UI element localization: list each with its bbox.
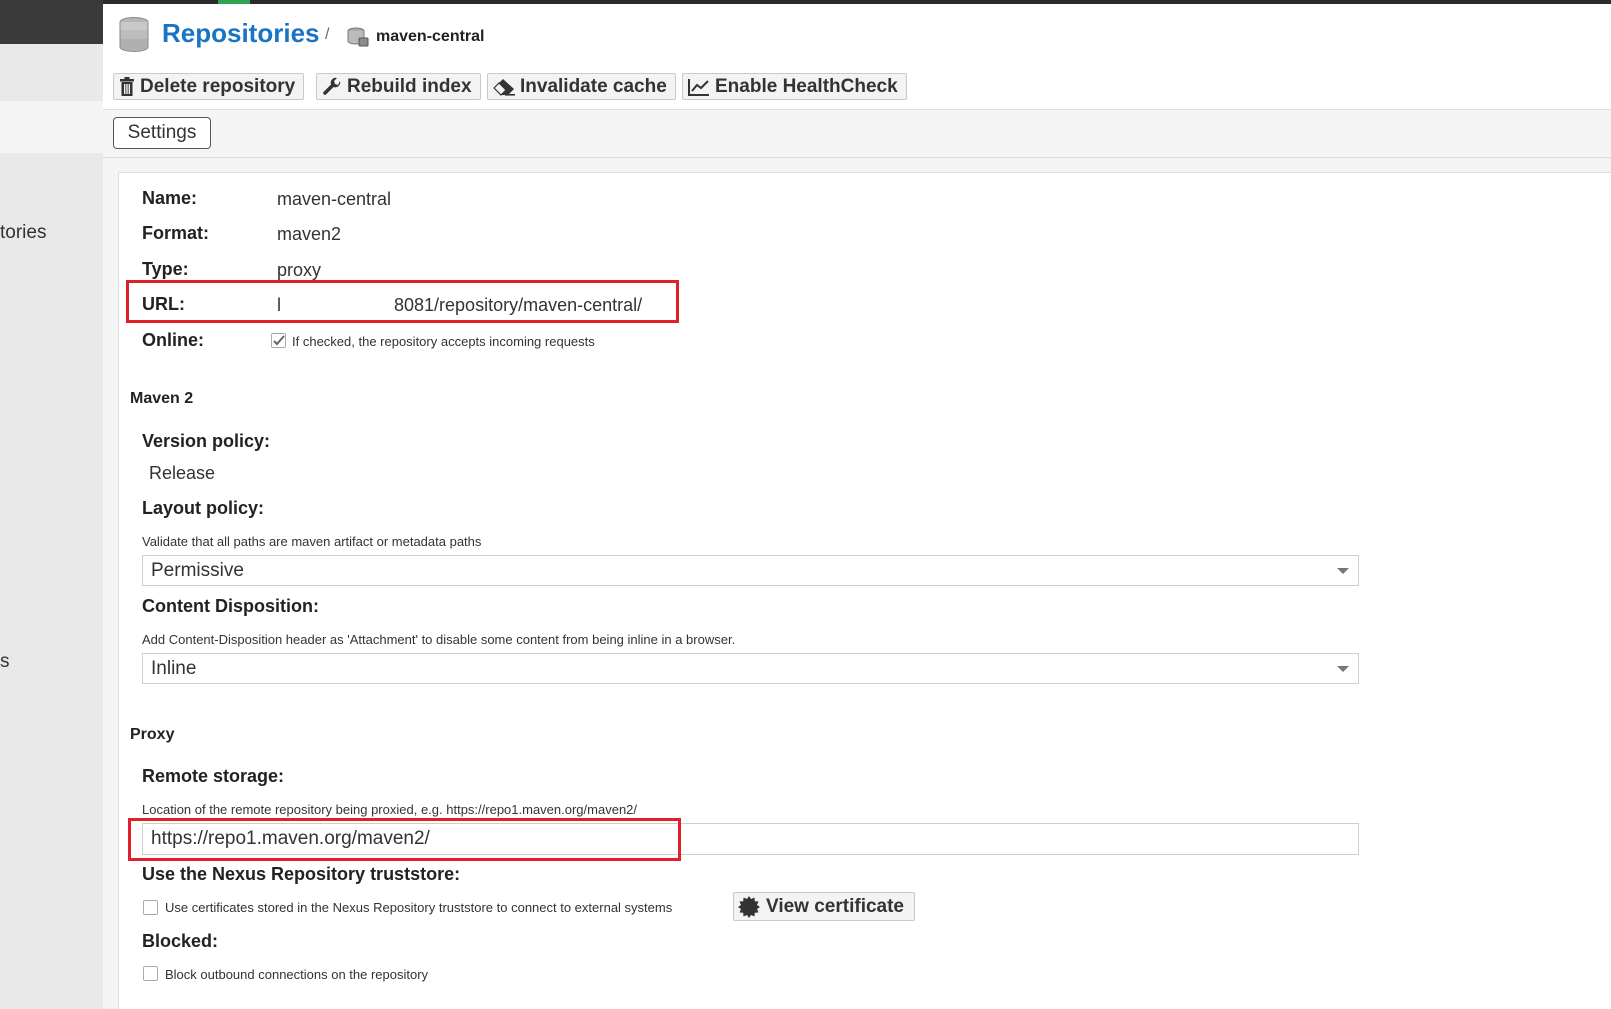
sidebar-selected-item[interactable] (0, 101, 103, 153)
name-label: Name: (142, 188, 198, 208)
type-label: Type: (142, 259, 189, 279)
online-checkbox[interactable] (271, 333, 286, 348)
blocked-label: Blocked: (142, 931, 219, 951)
truststore-checkbox[interactable] (143, 900, 158, 915)
online-label: Online: (142, 330, 204, 350)
layout-policy-value: Permissive (151, 559, 244, 581)
truststore-help: Use certificates stored in the Nexus Rep… (165, 900, 673, 915)
invalidate-cache-button[interactable]: Invalidate cache (487, 73, 676, 100)
checkmark-icon (273, 335, 285, 346)
tab-settings[interactable]: Settings (113, 117, 211, 149)
tab-bar (103, 110, 1611, 158)
layout-policy-label: Layout policy: (142, 498, 265, 518)
content-disposition-value: Inline (151, 657, 197, 679)
url-highlight-box (126, 280, 679, 323)
truststore-label: Use the Nexus Repository truststore: (142, 864, 461, 884)
repository-icon (347, 27, 369, 52)
database-icon (118, 17, 150, 58)
delete-repository-label: Delete repository (140, 75, 296, 97)
remote-storage-label: Remote storage: (142, 766, 285, 786)
certificate-icon (738, 895, 760, 918)
content-disposition-select[interactable]: Inline (142, 653, 1359, 684)
sidebar-item-repositories[interactable]: tories (0, 222, 46, 244)
eraser-icon (493, 78, 515, 96)
invalidate-cache-label: Invalidate cache (520, 75, 667, 97)
remote-storage-highlight-box (128, 818, 681, 861)
sidebar-header (0, 0, 103, 44)
version-policy-value: Release (149, 463, 216, 483)
format-label: Format: (142, 223, 209, 243)
layout-policy-help: Validate that all paths are maven artifa… (142, 534, 482, 549)
blocked-help: Block outbound connections on the reposi… (165, 967, 429, 982)
layout-policy-select[interactable]: Permissive (142, 555, 1359, 586)
content-disposition-help: Add Content-Disposition header as 'Attac… (142, 632, 736, 647)
chevron-down-icon (1337, 666, 1349, 672)
remote-storage-help: Location of the remote repository being … (142, 802, 638, 817)
line-chart-icon (688, 78, 709, 96)
wrench-icon (323, 77, 341, 95)
delete-repository-button[interactable]: Delete repository (113, 73, 305, 100)
enable-healthcheck-button[interactable]: Enable HealthCheck (682, 73, 907, 100)
trash-icon (120, 77, 134, 96)
view-certificate-label: View certificate (766, 895, 905, 917)
chevron-down-icon (1337, 568, 1349, 574)
page-title[interactable]: Repositories (162, 18, 320, 49)
breadcrumb-current: maven-central (376, 28, 485, 45)
sidebar-item-other[interactable]: s (0, 651, 10, 673)
online-help: If checked, the repository accepts incom… (292, 334, 595, 349)
rebuild-index-label: Rebuild index (347, 75, 472, 97)
version-policy-label: Version policy: (142, 431, 271, 451)
type-value: proxy (277, 260, 322, 280)
view-certificate-button[interactable]: View certificate (733, 892, 916, 921)
proxy-section-title: Proxy (130, 726, 175, 743)
enable-healthcheck-label: Enable HealthCheck (715, 75, 898, 97)
content-disposition-label: Content Disposition: (142, 596, 319, 616)
format-value: maven2 (277, 224, 342, 244)
maven-section-title: Maven 2 (130, 390, 194, 407)
blocked-checkbox[interactable] (143, 966, 158, 981)
name-value: maven-central (277, 189, 392, 209)
rebuild-index-button[interactable]: Rebuild index (316, 73, 481, 100)
breadcrumb-separator: / (325, 26, 330, 43)
